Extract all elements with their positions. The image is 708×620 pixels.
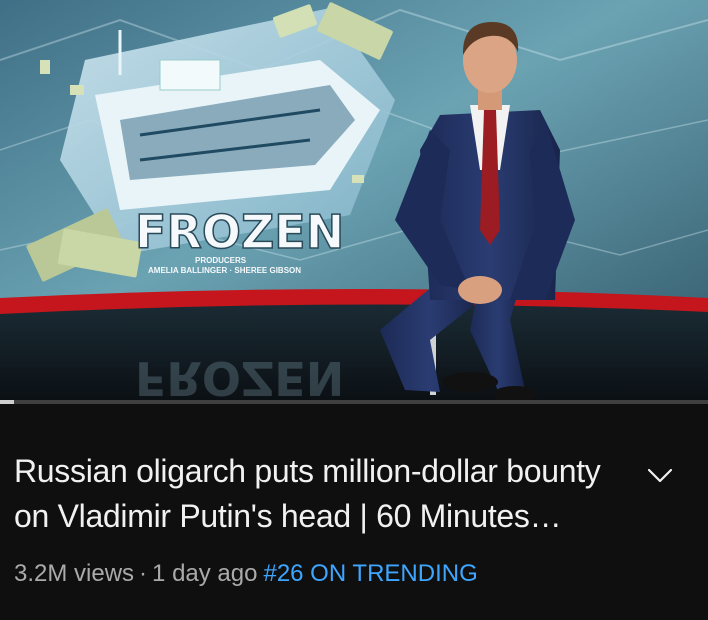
frozen-title-text: FROZEN [135, 205, 344, 259]
svg-text:FROZEN: FROZEN [135, 351, 344, 400]
view-count: 3.2M views [14, 560, 135, 587]
chevron-down-icon [647, 468, 673, 483]
expand-description-button[interactable] [640, 456, 680, 496]
trending-link[interactable]: #26 ON TRENDING [263, 560, 477, 587]
video-title[interactable]: Russian oligarch puts million-dollar bou… [14, 449, 624, 539]
producers-names: AMELIA BALLINGER · SHEREE GIBSON [148, 266, 301, 275]
upload-age: 1 day ago [152, 560, 258, 587]
video-metadata: 3.2M views · 1 day ago #26 ON TRENDING [14, 559, 478, 589]
meta-separator: · [139, 560, 148, 587]
video-frame: FROZEN PRODUCERS AMELIA BALLINGER · SHER… [0, 0, 708, 400]
floor-reflection: FROZEN [135, 351, 344, 400]
producers-heading: PRODUCERS [195, 256, 247, 265]
video-details: Russian oligarch puts million-dollar bou… [0, 404, 708, 620]
video-player[interactable]: FROZEN PRODUCERS AMELIA BALLINGER · SHER… [0, 0, 708, 400]
